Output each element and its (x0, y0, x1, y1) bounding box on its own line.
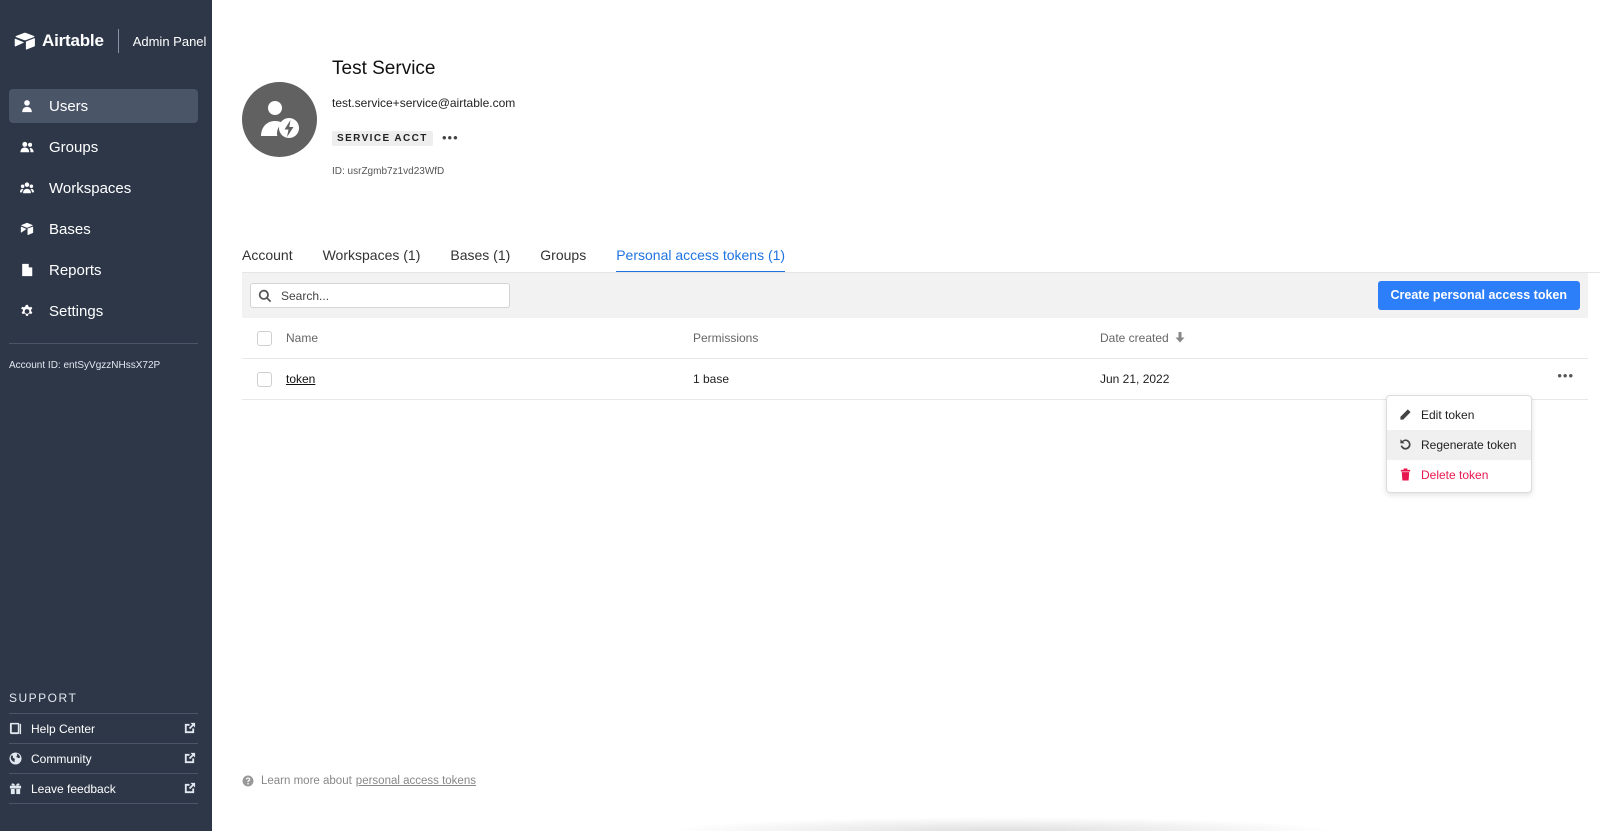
menu-item-delete-token[interactable]: Delete token (1387, 460, 1531, 490)
learn-more-text: Learn more about (261, 775, 352, 787)
globe-icon (9, 751, 23, 766)
token-name-link[interactable]: token (286, 372, 315, 386)
sort-descending-icon (1175, 332, 1185, 346)
support-item-label: Leave feedback (31, 781, 116, 796)
refresh-icon (1399, 438, 1413, 452)
token-actions-menu: Edit token Regenerate token Delete token (1386, 395, 1532, 493)
sidebar-item-label: Settings (49, 302, 104, 320)
bottom-shadow (662, 817, 1342, 831)
toolbar: Create personal access token (242, 273, 1588, 318)
external-link-icon (183, 752, 196, 765)
sidebar-item-reports[interactable]: Reports (9, 253, 198, 287)
avatar (242, 82, 317, 157)
menu-item-label: Regenerate token (1421, 438, 1517, 452)
sidebar-item-settings[interactable]: Settings (9, 294, 198, 328)
tab-groups[interactable]: Groups (540, 236, 586, 273)
tab-bases[interactable]: Bases (1) (450, 236, 510, 273)
user-id: ID: usrZgmb7z1vd23WfD (332, 166, 445, 177)
help-icon (242, 775, 254, 787)
sidebar-item-users[interactable]: Users (9, 89, 198, 123)
workspaces-icon (19, 180, 35, 196)
service-account-badge: SERVICE ACCT (332, 131, 433, 146)
sidebar-item-label: Groups (49, 138, 99, 156)
gear-icon (19, 303, 35, 319)
sidebar-item-groups[interactable]: Groups (9, 130, 198, 164)
table-row: token 1 base Jun 21, 2022 ••• (242, 359, 1588, 400)
service-account-icon (260, 100, 299, 138)
user-icon (19, 98, 35, 114)
brand-name: Airtable (42, 31, 104, 50)
column-header-date-created[interactable]: Date created (1100, 331, 1185, 346)
external-link-icon (183, 722, 196, 735)
tab-workspaces[interactable]: Workspaces (1) (323, 236, 421, 273)
sidebar-item-workspaces[interactable]: Workspaces (9, 171, 198, 205)
airtable-logo-icon (14, 32, 35, 50)
support-item-community[interactable]: Community (9, 744, 198, 774)
support-item-label: Community (31, 751, 92, 766)
external-link-icon (183, 782, 196, 795)
menu-item-regenerate-token[interactable]: Regenerate token (1387, 430, 1531, 460)
menu-item-label: Delete token (1421, 468, 1489, 482)
menu-item-label: Edit token (1421, 408, 1475, 422)
sidebar: Airtable Admin Panel Users Groups Worksp… (0, 0, 212, 831)
select-all-checkbox[interactable] (257, 331, 272, 346)
account-id: Account ID: entSyVgzzNHssX72P (9, 360, 161, 371)
support-item-leave-feedback[interactable]: Leave feedback (9, 774, 198, 804)
support-list: Help Center Community Leave feedback (9, 713, 198, 804)
tokens-table: Name Permissions Date created token 1 ba… (242, 318, 1588, 400)
tab-bar: Account Workspaces (1) Bases (1) Groups … (242, 236, 815, 273)
book-icon (9, 722, 23, 736)
column-header-permissions[interactable]: Permissions (693, 331, 758, 345)
sidebar-item-bases[interactable]: Bases (9, 212, 198, 246)
learn-more-link[interactable]: personal access tokens (356, 775, 476, 787)
tab-personal-access-tokens[interactable]: Personal access tokens (1) (616, 236, 786, 273)
learn-more: Learn more about personal access tokens (242, 775, 476, 787)
brand-divider (117, 29, 119, 53)
sidebar-nav: Users Groups Workspaces Bases Reports Se… (9, 89, 198, 335)
support-item-label: Help Center (31, 721, 96, 736)
search-icon (258, 289, 272, 303)
sidebar-divider (9, 343, 198, 344)
sidebar-item-label: Bases (49, 220, 91, 238)
search-input[interactable] (281, 287, 501, 305)
support-heading: SUPPORT (9, 691, 78, 705)
support-item-help-center[interactable]: Help Center (9, 714, 198, 744)
create-token-button[interactable]: Create personal access token (1377, 281, 1580, 310)
row-more-button[interactable]: ••• (1557, 368, 1574, 383)
token-date-created: Jun 21, 2022 (1100, 372, 1170, 386)
sidebar-item-label: Users (49, 97, 89, 115)
menu-item-edit-token[interactable]: Edit token (1387, 400, 1531, 430)
user-more-button[interactable]: ••• (442, 130, 459, 145)
token-permissions: 1 base (693, 372, 730, 386)
brand: Airtable Admin Panel (14, 28, 206, 54)
sidebar-item-label: Reports (49, 261, 102, 279)
pencil-icon (1399, 408, 1413, 422)
group-icon (19, 139, 35, 155)
bases-icon (19, 221, 35, 237)
user-email: test.service+service@airtable.com (332, 96, 516, 110)
sidebar-item-label: Workspaces (49, 179, 132, 197)
admin-panel-label: Admin Panel (132, 33, 207, 49)
page-title: Test Service (332, 58, 436, 79)
reports-icon (19, 262, 35, 278)
table-header-row: Name Permissions Date created (242, 318, 1588, 359)
main-content: Test Service test.service+service@airtab… (212, 0, 1600, 831)
trash-icon (1399, 468, 1413, 482)
column-header-name[interactable]: Name (286, 331, 318, 345)
gift-icon (9, 782, 23, 796)
column-header-date-label: Date created (1100, 331, 1169, 345)
search-box (250, 283, 510, 308)
row-checkbox[interactable] (257, 372, 272, 387)
tab-account[interactable]: Account (242, 236, 293, 273)
